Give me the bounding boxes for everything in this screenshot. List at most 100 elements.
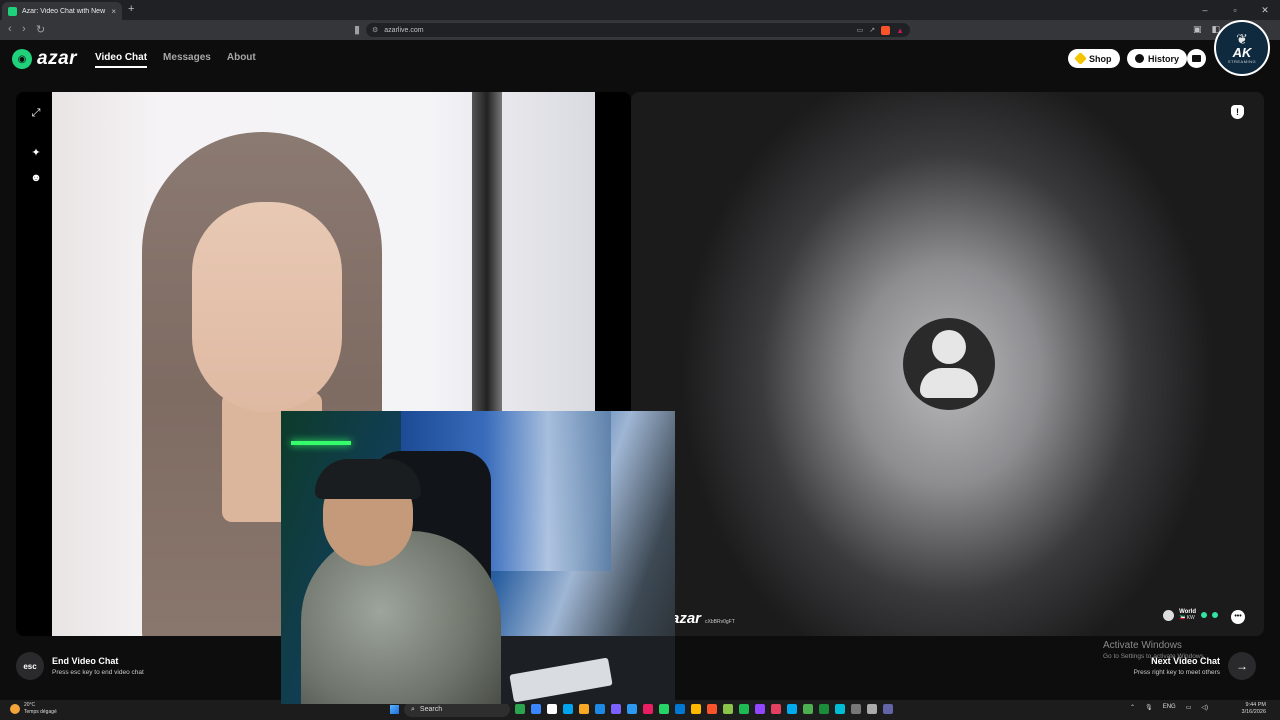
site-info-icon[interactable]: ⚙ — [372, 26, 378, 34]
toolbar-right-icons: ▣ ◧ — [1193, 24, 1220, 35]
minimize-button[interactable]: – — [1190, 0, 1220, 20]
system-clock[interactable]: 9:44 PM 3/16/2026 — [1242, 702, 1266, 716]
next-chat-text: Next Video Chat Press right key to meet … — [1134, 656, 1220, 676]
weather-temp: 20°C — [24, 702, 36, 708]
gem-icon — [1212, 612, 1218, 618]
taskbar-app-icon[interactable] — [595, 704, 605, 714]
taskbar-app-icon[interactable] — [675, 704, 685, 714]
next-arrow-button[interactable]: → — [1228, 652, 1256, 680]
taskbar-app-icon[interactable] — [835, 704, 845, 714]
taskbar-app-icon[interactable] — [771, 704, 781, 714]
history-button[interactable]: History — [1127, 49, 1188, 68]
watermark-id: cXbBRv0gFT — [705, 619, 735, 625]
language-indicator[interactable]: ENG — [1163, 704, 1176, 711]
taskbar-search[interactable]: ⌕ Search — [404, 702, 510, 717]
clock-time: 9:44 PM — [1245, 702, 1266, 708]
avatar-body — [920, 368, 978, 398]
report-shield-icon[interactable]: ! — [1231, 105, 1244, 119]
nav-video-chat[interactable]: Video Chat — [95, 52, 148, 68]
address-bar[interactable]: ⚙ azarlive.com ▭ ↗ ▲ — [366, 23, 910, 37]
reload-icon[interactable]: ↻ — [36, 23, 45, 36]
taskbar-app-icon[interactable] — [563, 704, 573, 714]
end-video-chat-control[interactable]: esc End Video Chat Press esc key to end … — [16, 652, 144, 680]
activate-title: Activate Windows — [1103, 640, 1182, 651]
brave-shields-icon[interactable] — [881, 25, 891, 35]
taskbar-app-icon[interactable] — [627, 704, 637, 714]
esc-key-button[interactable]: esc — [16, 652, 44, 680]
taskbar-app-icon[interactable] — [579, 704, 589, 714]
magic-wand-icon[interactable]: ✦ — [29, 145, 43, 159]
taskbar-app-icon[interactable] — [723, 704, 733, 714]
face-filter-icon[interactable]: ☻ — [29, 171, 43, 185]
taskbar-app-icon[interactable] — [819, 704, 829, 714]
maximize-button[interactable]: ▫ — [1220, 0, 1250, 20]
taskbar-app-icon[interactable] — [867, 704, 877, 714]
eagle-wings-icon: ❦ — [1236, 31, 1248, 47]
brave-rewards-icon[interactable]: ▲ — [896, 26, 904, 35]
shop-button[interactable]: Shop — [1068, 49, 1120, 68]
azar-logo-icon: ◉ — [12, 49, 32, 69]
end-chat-hint: Press esc key to end video chat — [52, 669, 144, 676]
taskbar-app-icon[interactable] — [851, 704, 861, 714]
url-text[interactable]: azarlive.com — [384, 27, 850, 34]
taskbar-app-icon[interactable] — [611, 704, 621, 714]
taskbar-app-icon[interactable] — [755, 704, 765, 714]
avatar-head — [932, 330, 966, 364]
nav-about[interactable]: About — [227, 52, 256, 68]
person-face — [192, 202, 342, 412]
nav-messages[interactable]: Messages — [163, 52, 211, 68]
cast-icon[interactable]: ▭ — [857, 26, 864, 34]
azar-watermark: azar cXbBRv0gFT — [671, 610, 735, 627]
chevron-up-icon[interactable]: ⌃ — [1130, 704, 1135, 711]
close-window-button[interactable]: ✕ — [1250, 0, 1280, 20]
search-icon: ⌕ — [411, 705, 415, 713]
taskbar-app-icon[interactable] — [643, 704, 653, 714]
streamer-badge-logo: ❦ AK STREAMING — [1214, 20, 1270, 76]
browser-tab[interactable]: Azar: Video Chat with New Pe × — [2, 2, 122, 20]
new-tab-button[interactable]: + — [128, 3, 134, 15]
remote-avatar-placeholder — [903, 318, 995, 410]
bookmark-icon[interactable]: ▮ — [354, 23, 360, 36]
volume-icon[interactable]: ◁) — [1201, 704, 1208, 711]
tab-close-icon[interactable]: × — [111, 7, 116, 16]
microphone-icon[interactable]: 🎙 — [1145, 704, 1153, 711]
extensions-icon[interactable]: ▣ — [1193, 24, 1202, 35]
inbox-icon — [1192, 55, 1201, 62]
remote-video-panel: ! azar cXbBRv0gFT World 🇰🇼 KW ••• — [631, 92, 1264, 636]
taskbar-app-icon[interactable] — [707, 704, 717, 714]
inbox-button[interactable] — [1187, 49, 1206, 68]
weather-desc: Temps dégagé — [24, 709, 57, 715]
taskbar-app-icon[interactable] — [547, 704, 557, 714]
share-icon[interactable]: ↗ — [869, 26, 875, 34]
fullscreen-icon[interactable]: ⤢ — [29, 106, 43, 120]
taskbar-app-icon[interactable] — [531, 704, 541, 714]
tab-title: Azar: Video Chat with New Pe — [22, 7, 107, 15]
watermark-logo: azar — [671, 610, 702, 627]
shop-label: Shop — [1089, 53, 1112, 64]
taskbar-app-icon[interactable] — [659, 704, 669, 714]
clock-date: 3/16/2026 — [1241, 709, 1266, 715]
main-nav: Video Chat Messages About — [95, 52, 256, 68]
taskbar-app-icon[interactable] — [803, 704, 813, 714]
taskbar-app-icon[interactable] — [739, 704, 749, 714]
taskbar-app-icon[interactable] — [883, 704, 893, 714]
end-chat-text: End Video Chat Press esc key to end vide… — [52, 656, 144, 676]
badge-title: AK — [1232, 45, 1252, 60]
system-tray: ⌃ 🎙 ENG ▭ ◁) — [1130, 704, 1208, 711]
taskbar-app-icon[interactable] — [787, 704, 797, 714]
next-video-chat-control[interactable]: Next Video Chat Press right key to meet … — [1134, 652, 1256, 680]
taskbar-app-icon[interactable] — [515, 704, 525, 714]
window-controls: – ▫ ✕ — [1190, 0, 1280, 20]
peer-country: 🇰🇼 KW — [1179, 615, 1195, 621]
forward-arrow-icon[interactable]: › — [22, 23, 26, 35]
weather-widget[interactable]: 20°C Temps dégagé — [10, 702, 57, 716]
back-arrow-icon[interactable]: ‹ — [8, 23, 12, 35]
logo-text: azar — [37, 48, 78, 69]
taskbar-app-icon[interactable] — [691, 704, 701, 714]
azar-logo[interactable]: ◉ azar — [12, 48, 77, 70]
clock-icon — [1135, 54, 1144, 63]
windows-start-icon[interactable] — [390, 705, 399, 714]
network-icon[interactable]: ▭ — [1186, 704, 1192, 711]
gem-icon — [1201, 612, 1207, 618]
chat-bubble-icon[interactable]: ••• — [1231, 610, 1245, 624]
